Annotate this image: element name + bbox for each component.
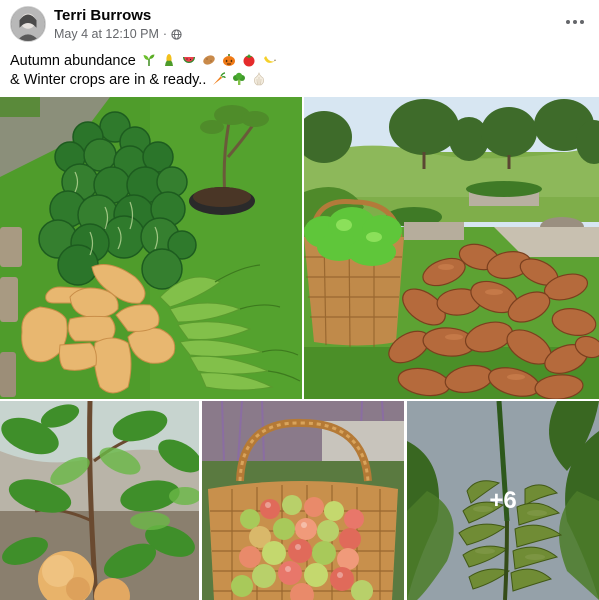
photo-fruit-tree-image [0, 401, 199, 600]
broccoli-emoji [233, 72, 246, 85]
carrot-emoji [213, 72, 227, 85]
photo-apple-basket[interactable] [202, 401, 404, 600]
sprout-emoji [143, 54, 155, 66]
post-meta: May 4 at 12:10 PM · [54, 27, 182, 41]
more-options-dot [573, 20, 577, 24]
corn-emoji [164, 54, 173, 66]
photo-bananas[interactable]: +6 [407, 401, 599, 600]
more-options-icon [566, 20, 570, 24]
author-name[interactable]: Terri Burrows [54, 7, 151, 24]
photo-watermelons-harvest[interactable] [0, 97, 302, 399]
post-text: Autumn abundance & Winter crops are in &… [10, 52, 276, 90]
photo-watermelons-image [0, 97, 302, 399]
pumpkin-emoji [222, 54, 235, 66]
post-timestamp[interactable]: May 4 at 12:10 PM [54, 27, 159, 41]
more-photos-overlay[interactable]: +6 [407, 401, 599, 600]
post-text-line-2: & Winter crops are in & ready.. [10, 71, 276, 90]
photo-apple-basket-image [202, 401, 404, 600]
post-text-line-2-content: & Winter crops are in & ready.. [10, 72, 207, 88]
garlic-emoji [254, 72, 265, 86]
post-header: Terri Burrows May 4 at 12:10 PM · [0, 0, 599, 48]
photo-sweet-potatoes-image [304, 97, 599, 399]
meta-separator: · [162, 27, 168, 41]
banana-emoji [263, 56, 276, 63]
more-photos-count: +6 [489, 486, 517, 514]
watermelon-emoji [182, 57, 195, 63]
photo-sweet-potatoes[interactable] [304, 97, 599, 399]
globe-icon[interactable] [171, 28, 182, 40]
more-options-dot [580, 20, 584, 24]
more-options-button[interactable] [563, 12, 587, 32]
photo-fruit-tree[interactable] [0, 401, 199, 600]
post-text-line-1: Autumn abundance [10, 52, 276, 71]
post-text-line-1-content: Autumn abundance [10, 53, 136, 69]
avatar[interactable] [10, 6, 46, 42]
potato-emoji [203, 55, 215, 65]
tomato-emoji [243, 54, 255, 67]
